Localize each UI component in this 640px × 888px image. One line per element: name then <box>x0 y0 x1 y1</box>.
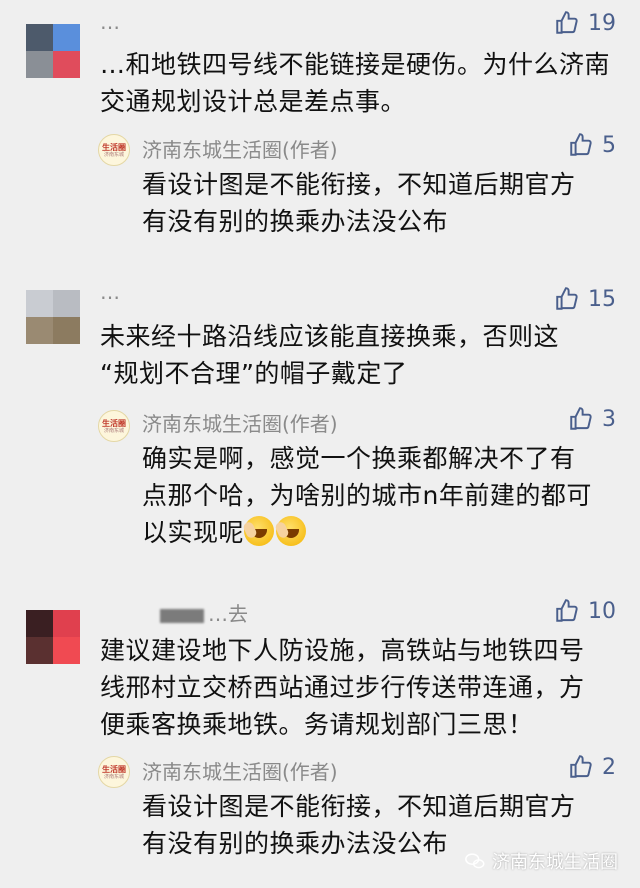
like-count: 10 <box>588 598 616 624</box>
comment-text: 建议建设地下人防设施，高铁站与地铁四号 线邢村立交桥西站通过步行传送带连通，方 … <box>100 636 585 739</box>
like-count: 15 <box>588 286 616 312</box>
like-count: 3 <box>602 406 616 432</box>
watermark-text: 济南东城生活圈 <box>492 852 618 873</box>
reply-author[interactable]: 济南东城生活圈(作者) <box>142 756 338 785</box>
author-avatar[interactable]: 生活圈 济南东城 <box>98 756 130 788</box>
reply-text: 看设计图是不能衔接，不知道后期官方 有没有别的换乘办法没公布 <box>142 170 576 236</box>
thumbs-up-icon <box>556 287 578 310</box>
username[interactable]: … <box>100 280 120 304</box>
thumbs-up-icon <box>556 11 578 34</box>
watermark: 济南东城生活圈 <box>464 848 618 874</box>
like-count: 19 <box>588 10 616 36</box>
reply-author[interactable]: 济南东城生活圈(作者) <box>142 134 338 163</box>
wechat-icon <box>465 853 485 869</box>
like-button[interactable]: 19 <box>554 8 616 38</box>
like-button[interactable]: 10 <box>554 596 616 626</box>
reply-author[interactable]: 济南东城生活圈(作者) <box>142 408 338 437</box>
thumbs-up-icon <box>570 755 592 778</box>
thumbs-up-icon <box>570 407 592 430</box>
facepalm-emoji-icon <box>244 516 275 546</box>
comment-text: …和地铁四号线不能链接是硬伤。为什么济南 交通规划设计总是差点事。 <box>100 50 611 116</box>
reply-like-button[interactable]: 5 <box>568 130 616 160</box>
user-avatar[interactable] <box>26 610 80 664</box>
facepalm-emoji-icon <box>276 516 307 546</box>
username[interactable]: …去 <box>100 598 248 627</box>
comment-text: 未来经十路沿线应该能直接换乘，否则这 “规划不合理”的帽子戴定了 <box>100 322 560 388</box>
reply-like-button[interactable]: 3 <box>568 404 616 434</box>
user-avatar[interactable] <box>26 290 80 344</box>
reply-like-button[interactable]: 2 <box>568 752 616 782</box>
thumbs-up-icon <box>556 599 578 622</box>
thumbs-up-icon <box>570 133 592 156</box>
username[interactable]: … <box>100 10 120 34</box>
author-avatar[interactable]: 生活圈 济南东城 <box>98 134 130 166</box>
like-count: 5 <box>602 132 616 158</box>
author-avatar[interactable]: 生活圈 济南东城 <box>98 410 130 442</box>
user-avatar[interactable] <box>26 24 80 78</box>
redacted-name <box>160 608 204 623</box>
reply-text: 确实是啊，感觉一个换乘都解决不了有 点那个哈，为啥别的城市n年前建的都可 以实现… <box>142 444 592 547</box>
like-count: 2 <box>602 754 616 780</box>
like-button[interactable]: 15 <box>554 284 616 314</box>
